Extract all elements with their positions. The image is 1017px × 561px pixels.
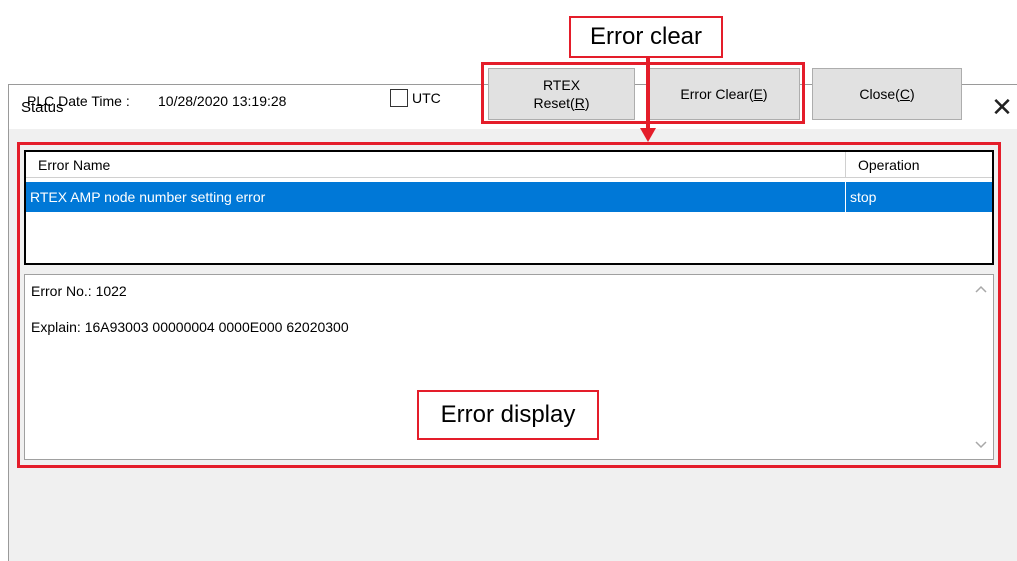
close-button[interactable]: Close(C) [812, 68, 962, 120]
plc-datetime-value: 10/28/2020 13:19:28 [158, 93, 287, 109]
utc-label[interactable]: UTC [412, 90, 441, 106]
error-clear-callout: Error clear [569, 16, 723, 58]
callout-arrow-line [646, 58, 650, 130]
error-clear-highlight-box [481, 62, 805, 124]
close-icon[interactable]: ✕ [987, 93, 1017, 123]
callout-arrow-head [640, 128, 656, 142]
utc-checkbox[interactable] [390, 89, 408, 107]
error-display-callout: Error display [417, 390, 599, 440]
close-button-label: Close(C) [859, 86, 915, 102]
plc-datetime-label: PLC Date Time : [27, 93, 130, 109]
